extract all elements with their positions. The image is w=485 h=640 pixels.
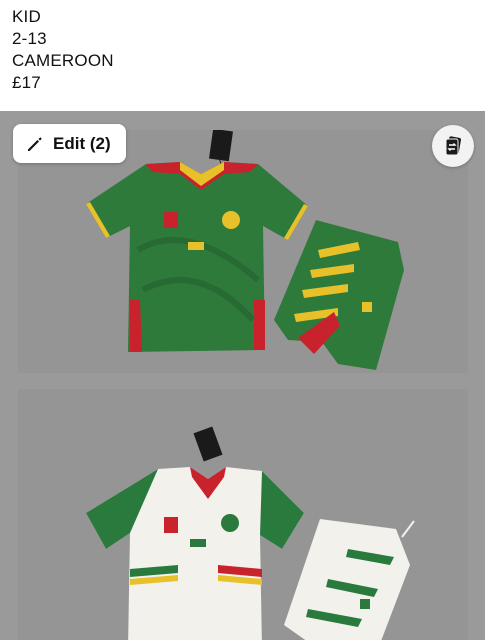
- caption-line-team: CAMEROON: [12, 51, 114, 70]
- photo-green-kit[interactable]: [18, 130, 468, 373]
- edit-button[interactable]: Edit (2): [13, 124, 126, 163]
- edit-button-label: Edit (2): [53, 133, 111, 153]
- caption-line-kid: KID: [12, 7, 41, 26]
- caption-line-price: £17: [12, 73, 41, 92]
- caption-line-size: 2-13: [12, 29, 47, 48]
- pencil-icon: [28, 136, 42, 151]
- photo-white-kit[interactable]: [18, 389, 468, 640]
- swap-cards-icon: [445, 136, 461, 156]
- photo-gallery[interactable]: [0, 111, 485, 640]
- post-caption: KID 2-13 CAMEROON £17: [12, 6, 312, 94]
- swap-button[interactable]: [432, 125, 474, 167]
